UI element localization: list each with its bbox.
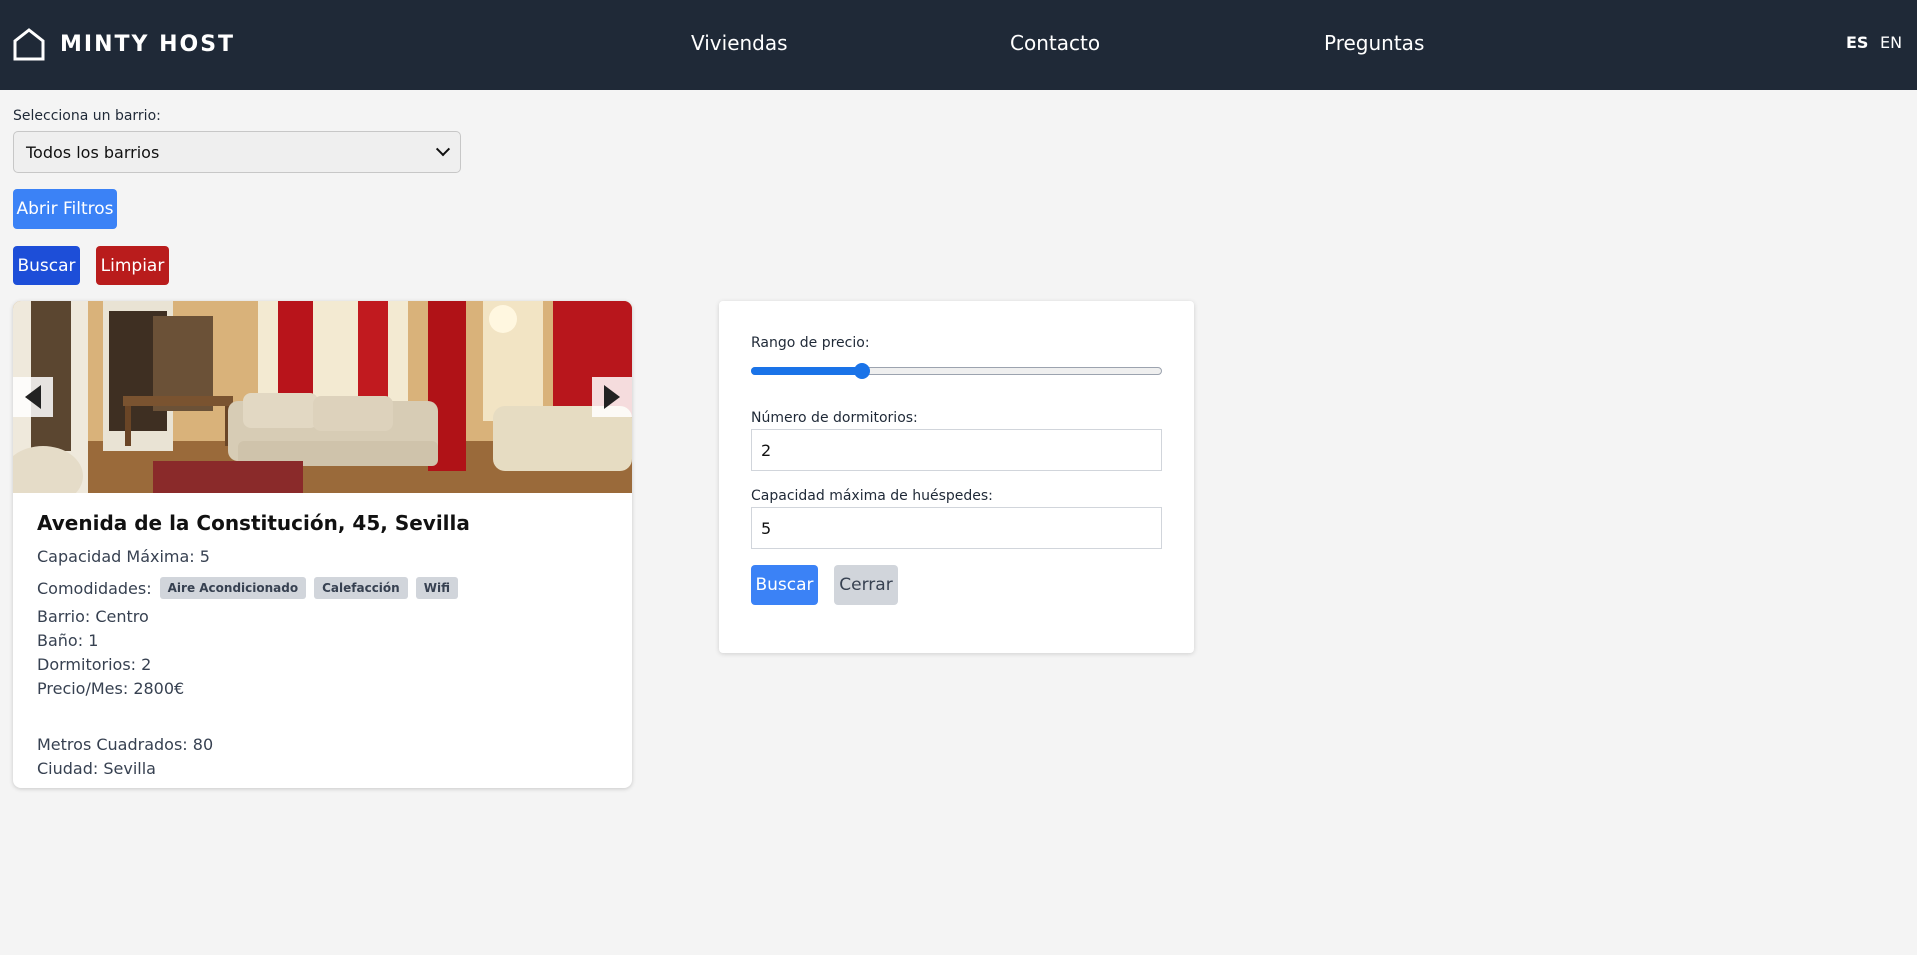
amenity-tag: Calefacción xyxy=(314,577,408,599)
listing-photo xyxy=(13,301,632,493)
amenities-label: Comodidades: xyxy=(37,578,152,598)
lang-en[interactable]: EN xyxy=(1880,33,1902,52)
carousel-prev-button[interactable] xyxy=(13,377,53,417)
panel-close-button[interactable]: Cerrar xyxy=(834,565,898,605)
listing-barrio: Barrio: Centro xyxy=(37,607,149,626)
clear-button[interactable]: Limpiar xyxy=(96,246,169,285)
brand-name: MINTY HOST xyxy=(60,31,236,57)
listing-price: Precio/Mes: 2800€ xyxy=(37,679,185,698)
listing-city: Ciudad: Sevilla xyxy=(37,759,156,778)
open-filters-button[interactable]: Abrir Filtros xyxy=(13,189,117,229)
slider-fill xyxy=(751,367,862,375)
nav-contacto[interactable]: Contacto xyxy=(1010,30,1100,56)
chevron-right-icon xyxy=(604,385,620,409)
filter-panel: Rango de precio: Número de dormitorios: … xyxy=(719,301,1194,653)
panel-search-button[interactable]: Buscar xyxy=(751,565,818,605)
listing-card: Avenida de la Constitución, 45, Sevilla … xyxy=(13,301,632,788)
nav-viviendas[interactable]: Viviendas xyxy=(691,30,788,56)
carousel-next-button[interactable] xyxy=(592,377,632,417)
top-navbar: MINTY HOST Viviendas Contacto Preguntas … xyxy=(0,0,1917,90)
guests-input[interactable]: 5 xyxy=(751,507,1162,549)
chevron-left-icon xyxy=(25,385,41,409)
barrio-select[interactable]: Todos los barrios xyxy=(13,131,461,173)
house-icon xyxy=(13,28,45,61)
nav-preguntas[interactable]: Preguntas xyxy=(1324,30,1424,56)
price-range-slider[interactable] xyxy=(751,363,1162,379)
bedrooms-input[interactable]: 2 xyxy=(751,429,1162,471)
listing-bedrooms: Dormitorios: 2 xyxy=(37,655,152,674)
chevron-down-icon xyxy=(435,142,451,157)
barrio-selected-value: Todos los barrios xyxy=(26,142,160,162)
amenity-tag: Aire Acondicionado xyxy=(159,577,307,599)
search-button[interactable]: Buscar xyxy=(13,246,80,285)
bedrooms-label: Número de dormitorios: xyxy=(751,410,918,426)
slider-thumb[interactable] xyxy=(854,363,870,379)
living-room-image xyxy=(13,301,632,493)
listing-sqm: Metros Cuadrados: 80 xyxy=(37,735,214,754)
lang-es[interactable]: ES xyxy=(1846,33,1868,52)
barrio-label: Selecciona un barrio: xyxy=(13,108,161,124)
listing-bath: Baño: 1 xyxy=(37,631,99,650)
listing-amenities: Comodidades: Aire Acondicionado Calefacc… xyxy=(37,577,466,599)
guests-label: Capacidad máxima de huéspedes: xyxy=(751,488,993,504)
listing-capacity: Capacidad Máxima: 5 xyxy=(37,547,210,566)
amenity-tag: Wifi xyxy=(415,577,458,599)
listing-title: Avenida de la Constitución, 45, Sevilla xyxy=(37,511,470,535)
price-range-label: Rango de precio: xyxy=(751,335,870,351)
brand-logo[interactable]: MINTY HOST xyxy=(12,27,235,61)
